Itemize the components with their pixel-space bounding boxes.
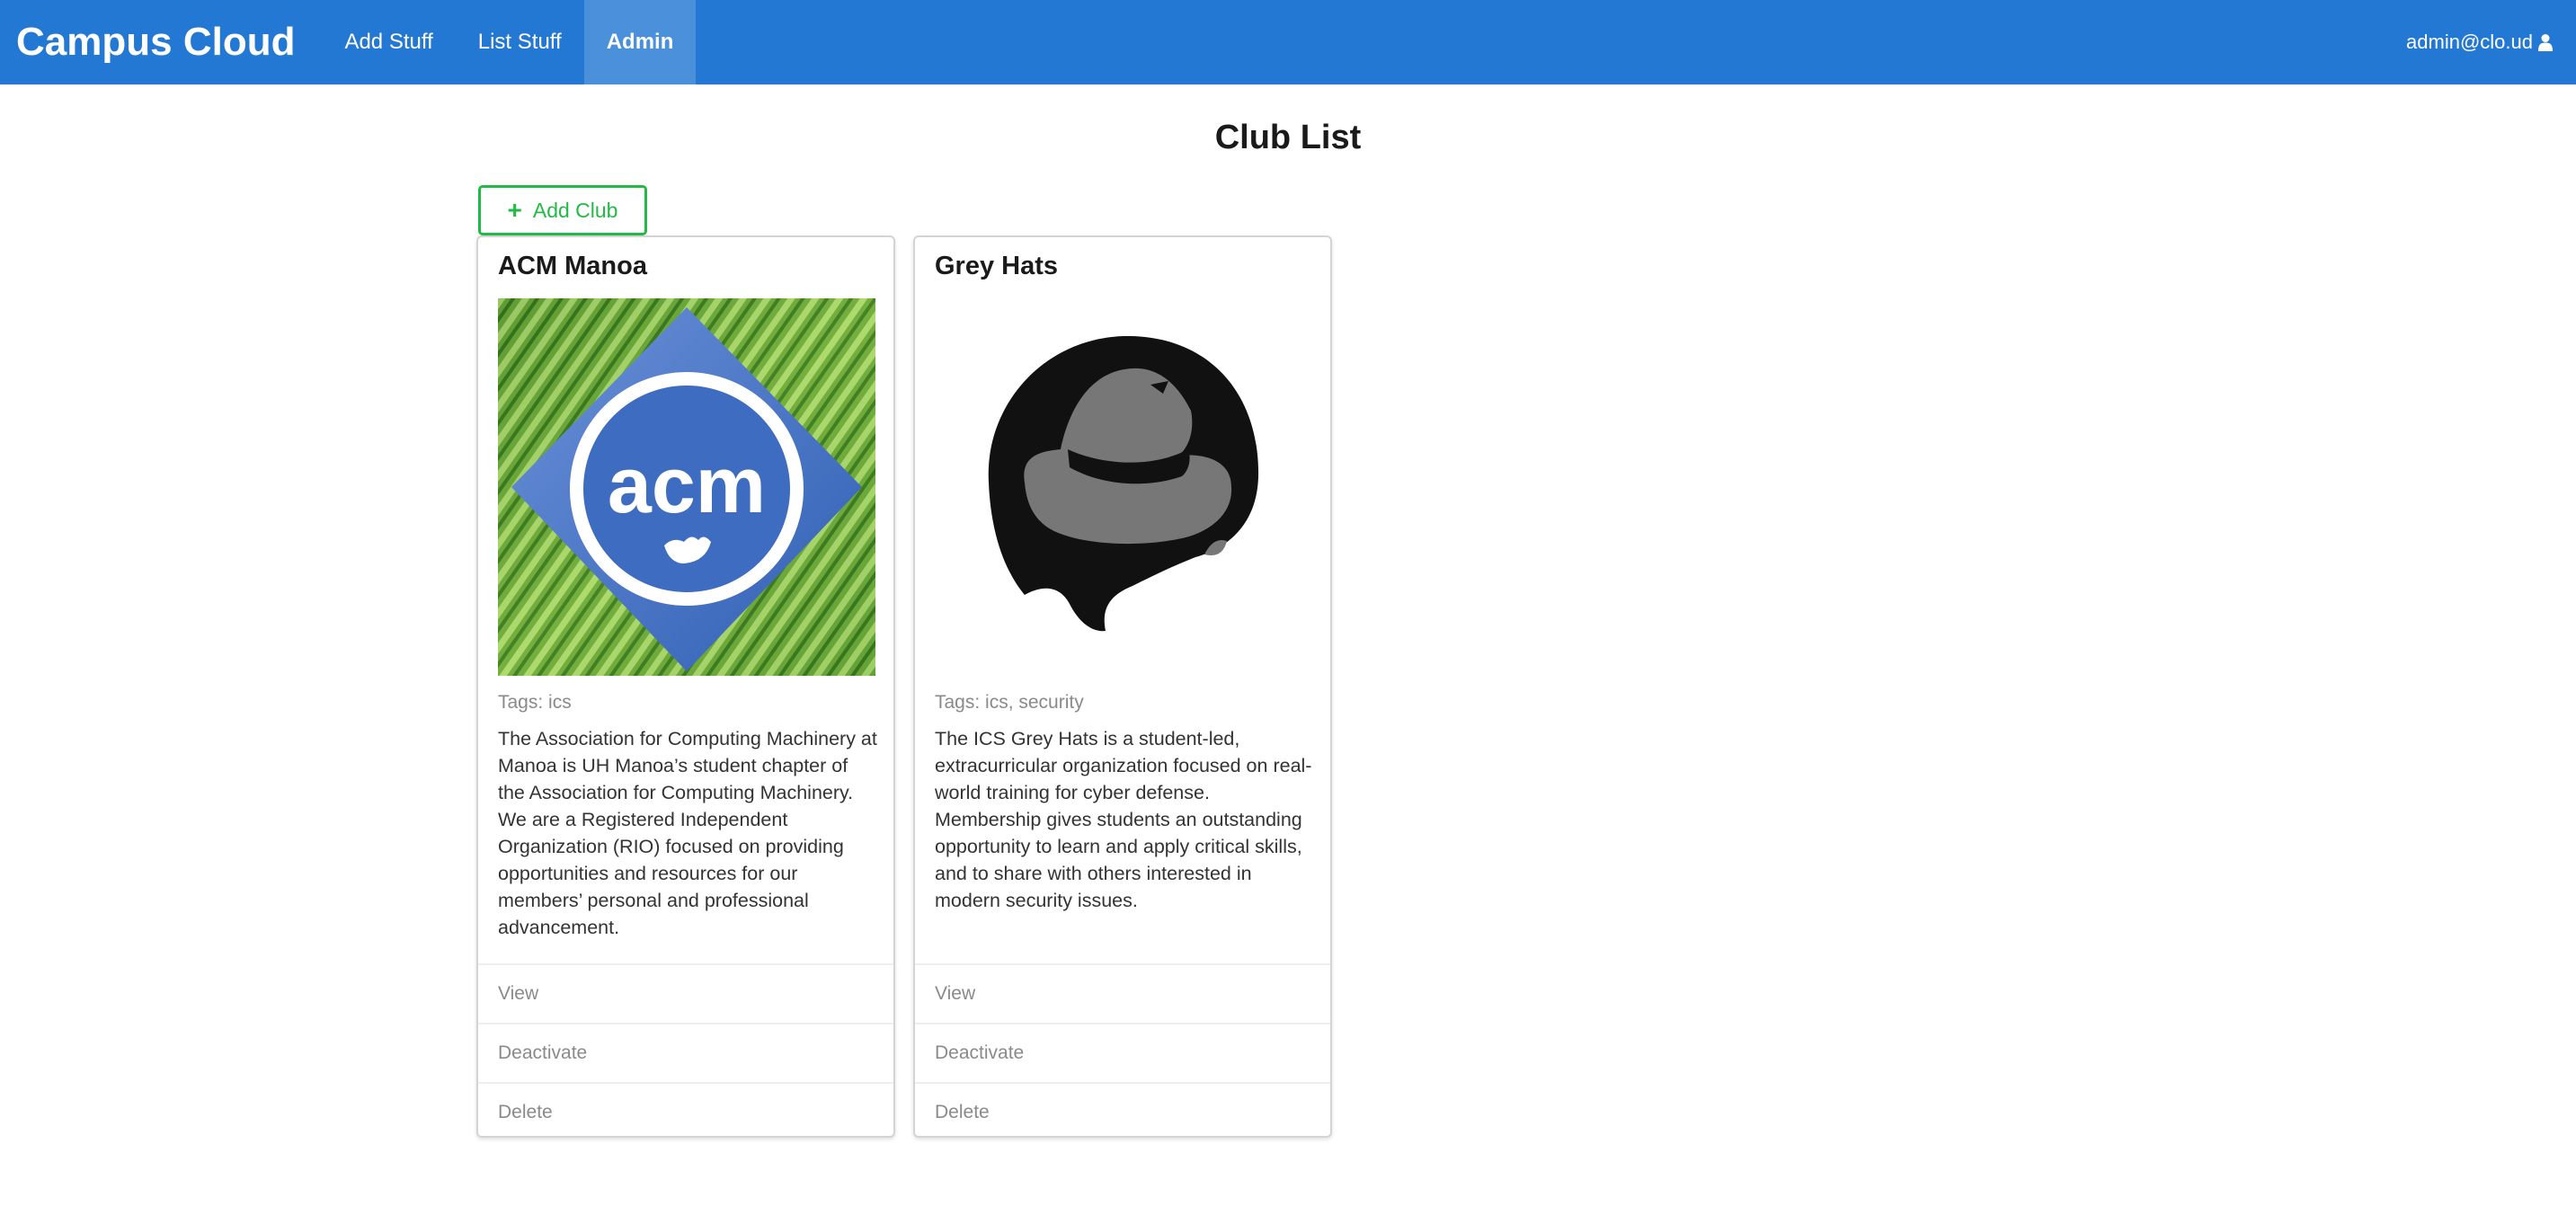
page-title: Club List: [1214, 119, 1362, 156]
user-email: admin@clo.ud: [2406, 31, 2533, 53]
delete-link[interactable]: Delete: [478, 1082, 893, 1136]
nav-admin[interactable]: Admin: [583, 0, 697, 84]
view-link[interactable]: View: [478, 963, 893, 1023]
deactivate-link[interactable]: Deactivate: [478, 1023, 893, 1082]
nav-list-stuff[interactable]: List Stuff: [456, 0, 584, 84]
club-card: ACM Manoa acm Tags: ics The Association …: [476, 235, 895, 1138]
card-actions: View Deactivate Delete: [478, 963, 893, 1136]
brand-logo[interactable]: Campus Cloud: [16, 20, 295, 65]
nav-add-stuff[interactable]: Add Stuff: [322, 0, 455, 84]
club-image-grey-hats: [935, 298, 1312, 676]
navbar: Campus Cloud Add Stuff List Stuff Admin …: [0, 0, 2576, 84]
deactivate-link[interactable]: Deactivate: [915, 1023, 1330, 1082]
user-menu[interactable]: admin@clo.ud: [2406, 0, 2553, 84]
acm-logo-text: acm: [608, 440, 766, 529]
club-name: Grey Hats: [935, 252, 1059, 280]
club-description: The Association for Computing Machinery …: [498, 728, 877, 938]
add-club-label: Add Club: [532, 198, 618, 222]
add-club-button[interactable]: + Add Club: [478, 185, 647, 235]
club-card: Grey Hats Tags: ics, security The ICS Gr…: [913, 235, 1332, 1138]
plus-icon: +: [507, 196, 522, 224]
delete-link[interactable]: Delete: [915, 1082, 1330, 1136]
view-link[interactable]: View: [915, 963, 1330, 1023]
club-image-acm: acm: [498, 298, 875, 676]
club-tags: Tags: ics, security: [935, 692, 1084, 713]
club-tags: Tags: ics: [498, 692, 572, 713]
user-icon: [2538, 34, 2553, 51]
club-description: The ICS Grey Hats is a student-led, extr…: [935, 728, 1312, 911]
card-actions: View Deactivate Delete: [915, 963, 1330, 1136]
club-name: ACM Manoa: [498, 252, 647, 280]
